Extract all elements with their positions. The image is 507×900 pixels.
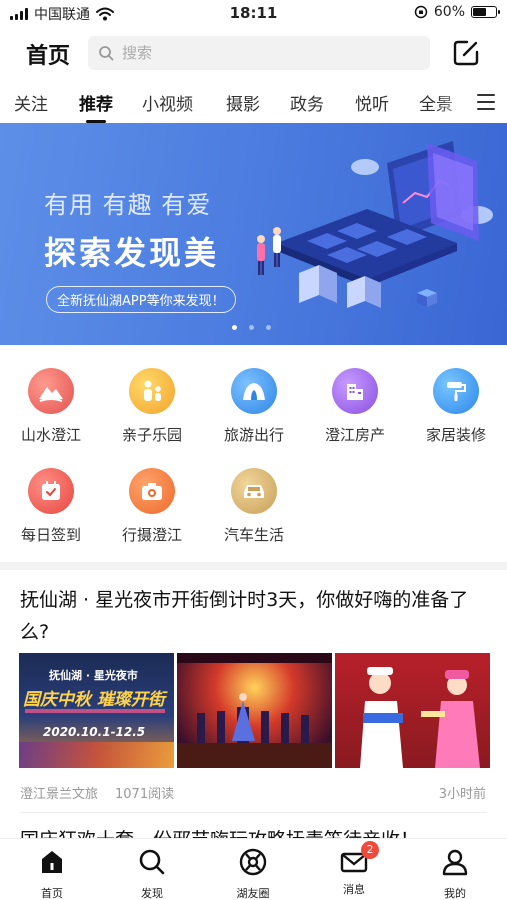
carousel-dots bbox=[232, 325, 271, 330]
carousel-dot bbox=[249, 325, 254, 330]
discover-search-icon bbox=[139, 849, 165, 875]
search-icon bbox=[99, 46, 114, 61]
grid-label: 汽车生活 bbox=[223, 526, 284, 544]
article-meta: 澄江景兰文旅 1071阅读 3小时前 bbox=[20, 783, 486, 802]
nav-discover[interactable]: 发现 bbox=[122, 847, 182, 900]
tabs-fade bbox=[437, 84, 477, 122]
section-divider bbox=[0, 562, 507, 570]
status-bar: 中国联通 18:11 60% bbox=[0, 0, 507, 28]
top-header: 首页 bbox=[0, 30, 507, 76]
channel-tabs: 关注 推荐 小视频 摄影 政务 悦听 全景 bbox=[0, 84, 507, 123]
article-read-count: 1071阅读 bbox=[115, 787, 175, 802]
nav-home[interactable]: 首页 bbox=[22, 847, 82, 900]
bottom-navigation: 首页 发现 湖友圈 2 消息 我的 bbox=[0, 838, 507, 900]
search-bar[interactable] bbox=[88, 36, 430, 70]
article-time: 3小时前 bbox=[438, 787, 486, 802]
grid-item-housing[interactable]: 澄江房产 bbox=[310, 368, 400, 445]
message-mail-icon: 2 bbox=[339, 841, 379, 877]
thumbnail-poster: 抚仙湖 · 星光夜市 国庆中秋 璀璨开街 2020.10.1-12.5 bbox=[19, 653, 174, 768]
search-input[interactable] bbox=[122, 44, 402, 62]
article-separator bbox=[20, 812, 487, 813]
nav-profile[interactable]: 我的 bbox=[425, 847, 485, 900]
grid-label: 山水澄江 bbox=[20, 426, 81, 444]
family-icon bbox=[129, 368, 175, 414]
grid-label: 每日签到 bbox=[20, 526, 81, 544]
page-title: 首页 bbox=[26, 44, 71, 69]
orientation-lock-icon bbox=[414, 5, 428, 19]
nav-label: 发现 bbox=[141, 887, 163, 900]
grid-label: 亲子乐园 bbox=[121, 426, 182, 444]
banner-tagline: 全新抚仙湖APP等你来发现！ bbox=[46, 286, 236, 313]
calendar-check-icon bbox=[28, 468, 74, 514]
article-source[interactable]: 澄江景兰文旅 bbox=[20, 787, 98, 802]
tab-photography[interactable]: 摄影 bbox=[226, 90, 260, 115]
thumbnail-performers bbox=[335, 653, 490, 768]
paint-roller-icon bbox=[433, 368, 479, 414]
landscape-icon bbox=[28, 368, 74, 414]
nav-label: 我的 bbox=[444, 887, 466, 900]
grid-item-photo[interactable]: 行摄澄江 bbox=[107, 468, 197, 545]
car-icon bbox=[231, 468, 277, 514]
nav-messages[interactable]: 2 消息 bbox=[324, 841, 384, 897]
grid-label: 澄江房产 bbox=[324, 426, 385, 444]
banner-headline: 探索发现美 bbox=[44, 234, 220, 272]
home-icon bbox=[42, 851, 62, 873]
grid-item-family[interactable]: 亲子乐园 bbox=[107, 368, 197, 445]
grid-item-checkin[interactable]: 每日签到 bbox=[6, 468, 96, 545]
grid-label: 行摄澄江 bbox=[121, 526, 182, 544]
camera-icon bbox=[129, 468, 175, 514]
grid-label: 家居装修 bbox=[425, 426, 486, 444]
carousel-dot bbox=[266, 325, 271, 330]
nav-community[interactable]: 湖友圈 bbox=[223, 847, 283, 900]
profile-icon bbox=[442, 849, 468, 876]
grid-label: 旅游出行 bbox=[223, 426, 284, 444]
battery-icon bbox=[471, 6, 500, 18]
grid-item-car[interactable]: 汽车生活 bbox=[209, 468, 299, 545]
thumbnail-poster-banner: 国庆中秋 璀璨开街 bbox=[23, 690, 165, 707]
banner-slogan: 有用 有趣 有爱 bbox=[44, 191, 212, 219]
isometric-dashboard-illustration bbox=[257, 141, 493, 308]
menu-icon[interactable] bbox=[477, 94, 495, 110]
carousel-dot bbox=[232, 325, 237, 330]
tab-government[interactable]: 政务 bbox=[290, 90, 324, 115]
unread-badge: 2 bbox=[361, 841, 379, 859]
promo-banner[interactable]: 有用 有趣 有爱 探索发现美 全新抚仙湖APP等你来发现！ bbox=[0, 123, 507, 345]
article-title[interactable]: 抚仙湖 · 星光夜市开街倒计时3天，你做好嗨的准备了么? bbox=[20, 584, 490, 648]
thumbnail-poster-date: 2020.10.1-12.5 bbox=[43, 725, 146, 739]
nav-label: 湖友圈 bbox=[236, 887, 270, 900]
tab-follow[interactable]: 关注 bbox=[14, 90, 48, 115]
stage-performance-illustration bbox=[177, 653, 332, 768]
grid-item-landscape[interactable]: 山水澄江 bbox=[6, 368, 96, 445]
battery-percent: 60% bbox=[433, 4, 465, 20]
nav-label: 消息 bbox=[343, 883, 365, 896]
tent-icon bbox=[231, 368, 277, 414]
thumbnail-poster-caption: 抚仙湖 · 星光夜市 bbox=[49, 669, 138, 682]
circle-community-icon bbox=[239, 848, 267, 876]
compose-edit-icon[interactable] bbox=[451, 38, 481, 68]
building-icon bbox=[332, 368, 378, 414]
performers-illustration bbox=[360, 667, 480, 768]
tab-short-video[interactable]: 小视频 bbox=[142, 90, 193, 115]
article-thumbnails[interactable]: 抚仙湖 · 星光夜市 国庆中秋 璀璨开街 2020.10.1-12.5 bbox=[19, 653, 490, 768]
app-home-screen: 中国联通 18:11 60% 首页 搜索 关注 推荐 小视频 摄影 政务 悦听 … bbox=[0, 0, 507, 900]
thumbnail-stage bbox=[177, 653, 332, 768]
tab-listen[interactable]: 悦听 bbox=[355, 90, 389, 115]
nav-label: 首页 bbox=[41, 887, 63, 900]
grid-item-travel[interactable]: 旅游出行 bbox=[209, 368, 299, 445]
grid-item-decoration[interactable]: 家居装修 bbox=[411, 368, 501, 445]
tab-recommend[interactable]: 推荐 bbox=[79, 90, 113, 123]
